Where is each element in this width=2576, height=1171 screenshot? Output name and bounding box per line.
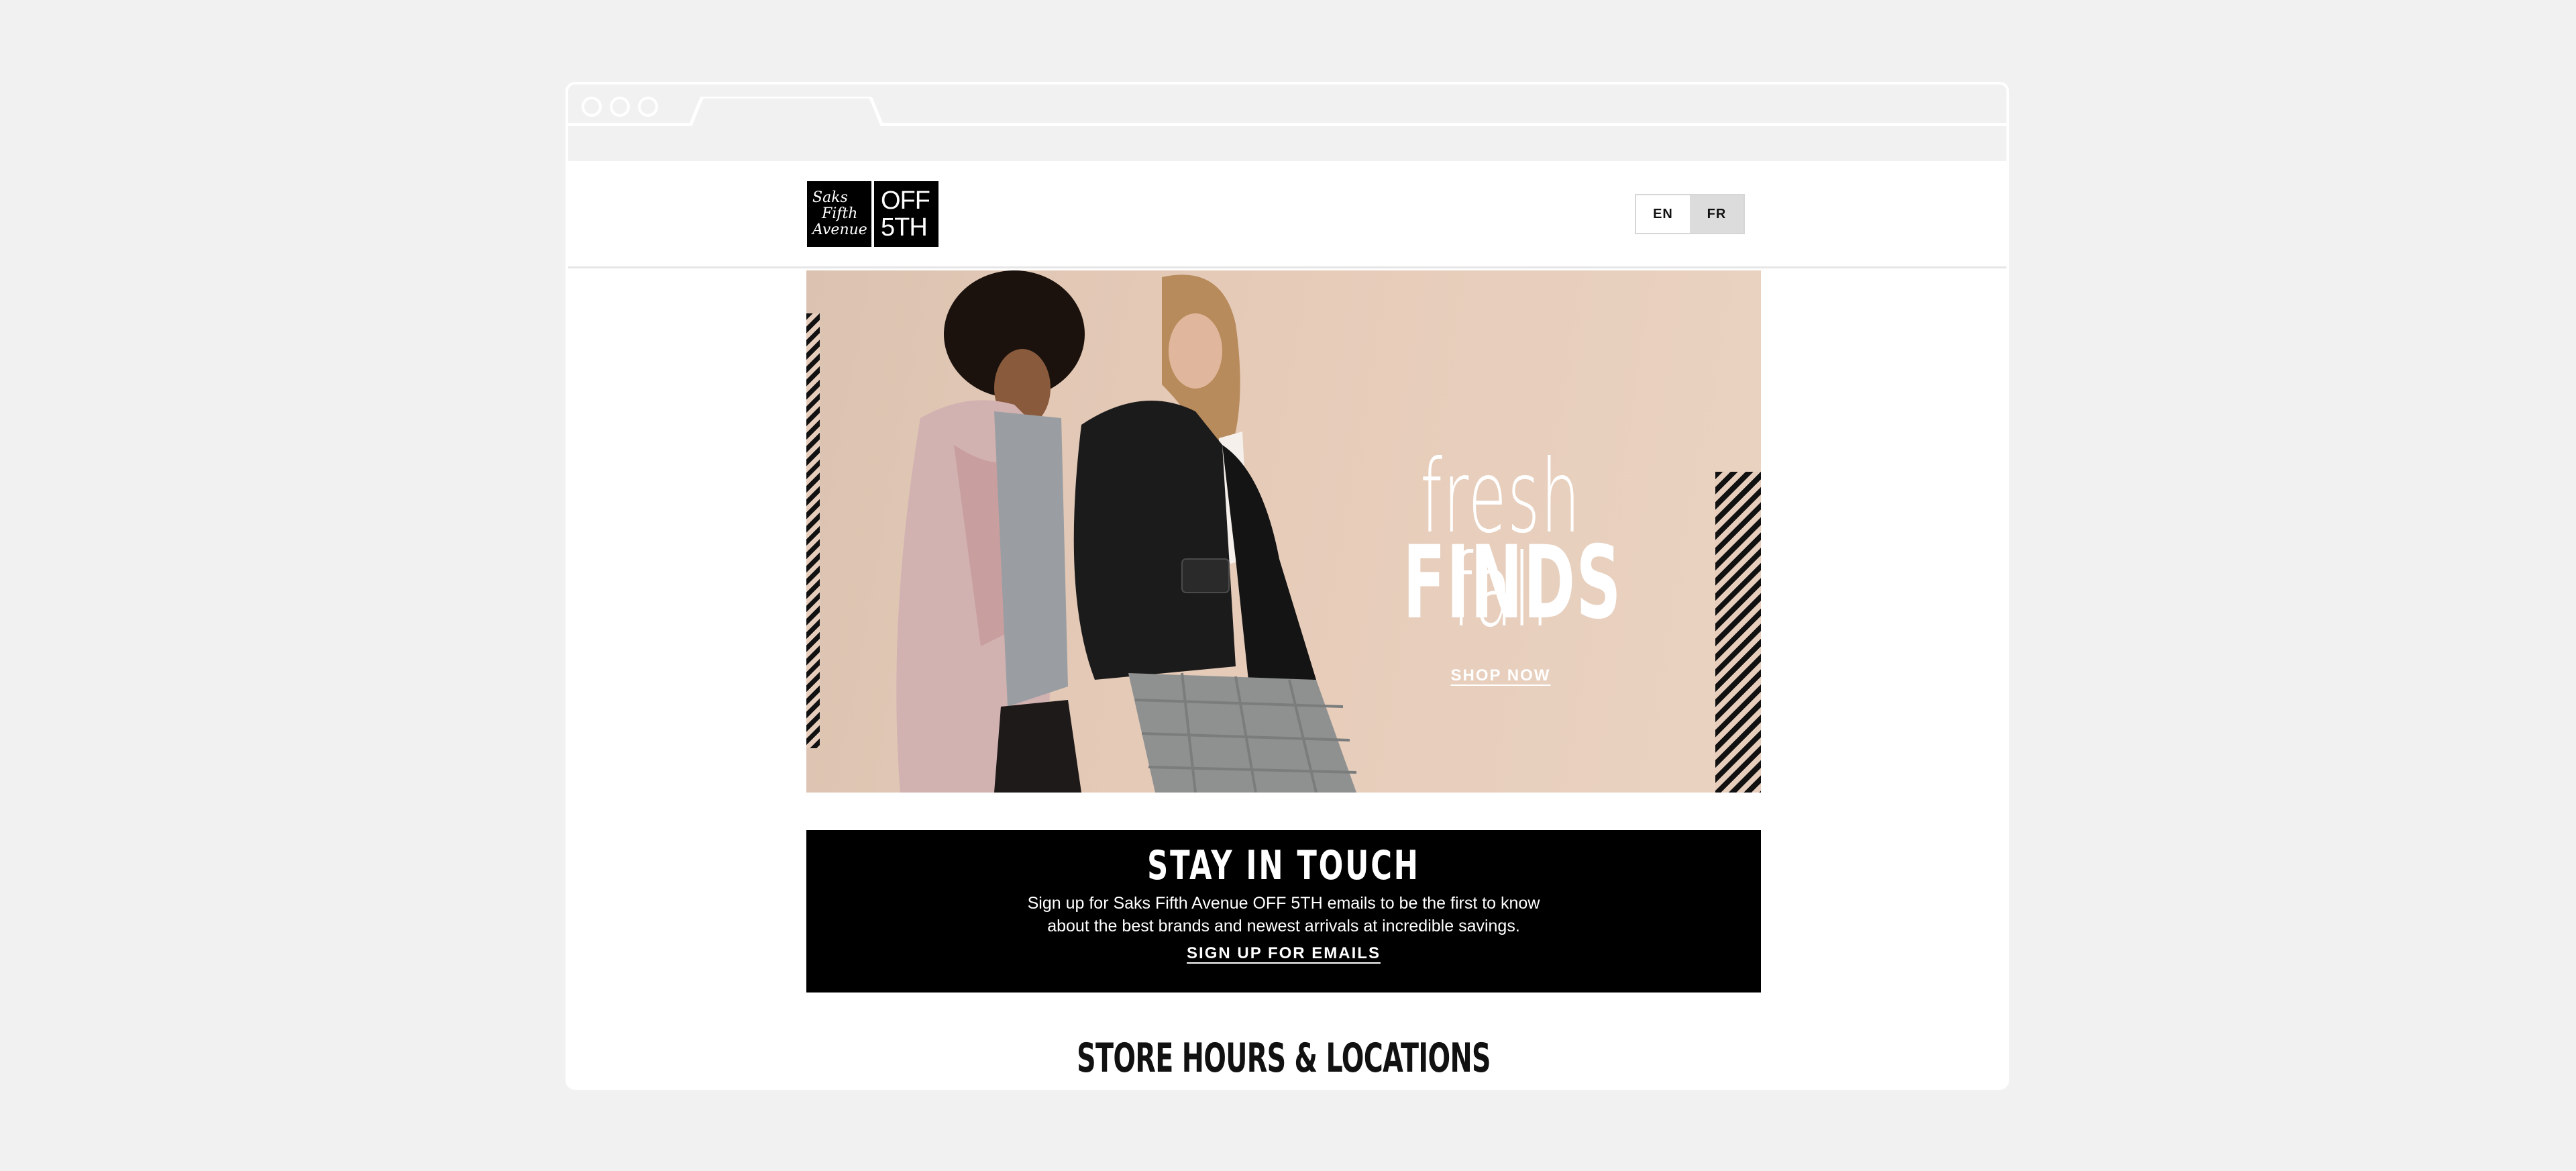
off5th-logo-block: OFF 5TH <box>874 181 938 247</box>
stay-in-touch-title: STAY IN TOUCH <box>1147 842 1420 889</box>
window-close-control[interactable] <box>582 97 602 117</box>
stay-in-touch-description: Sign up for Saks Fifth Avenue OFF 5TH em… <box>1027 894 1540 935</box>
window-maximize-control[interactable] <box>638 97 658 117</box>
stay-in-touch-section: STAY IN TOUCH Sign up for Saks Fifth Ave… <box>806 830 1761 992</box>
saks-logo-block: Saks Fifth Avenue <box>807 181 871 247</box>
decorative-stripe-right <box>1715 472 1761 793</box>
browser-window: Saks Fifth Avenue OFF 5TH EN FR fresh fa… <box>566 82 2009 1090</box>
hero-models-image <box>896 270 1357 793</box>
store-hours-title: STORE HOURS & LOCATIONS <box>1077 1035 1491 1082</box>
language-switcher: EN FR <box>1635 194 1745 234</box>
hero-title-line2: FINDS <box>1403 525 1622 642</box>
browser-address-bar[interactable] <box>568 126 2006 161</box>
browser-title-bar <box>568 85 2006 129</box>
page-content: Saks Fifth Avenue OFF 5TH EN FR fresh fa… <box>568 161 2006 1087</box>
site-header: Saks Fifth Avenue OFF 5TH EN FR <box>568 161 2006 268</box>
browser-tab[interactable] <box>689 97 883 129</box>
language-fr-button[interactable]: FR <box>1690 195 1743 233</box>
shop-now-link[interactable]: SHOP NOW <box>1343 666 1658 685</box>
sign-up-emails-link[interactable]: SIGN UP FOR EMAILS <box>806 944 1761 963</box>
language-en-button[interactable]: EN <box>1636 195 1690 233</box>
saks-off5th-logo[interactable]: Saks Fifth Avenue OFF 5TH <box>807 181 938 247</box>
decorative-stripe-left <box>806 313 820 748</box>
window-minimize-control[interactable] <box>610 97 630 117</box>
hero-banner[interactable]: fresh fall FINDS SHOP NOW <box>806 270 1761 793</box>
